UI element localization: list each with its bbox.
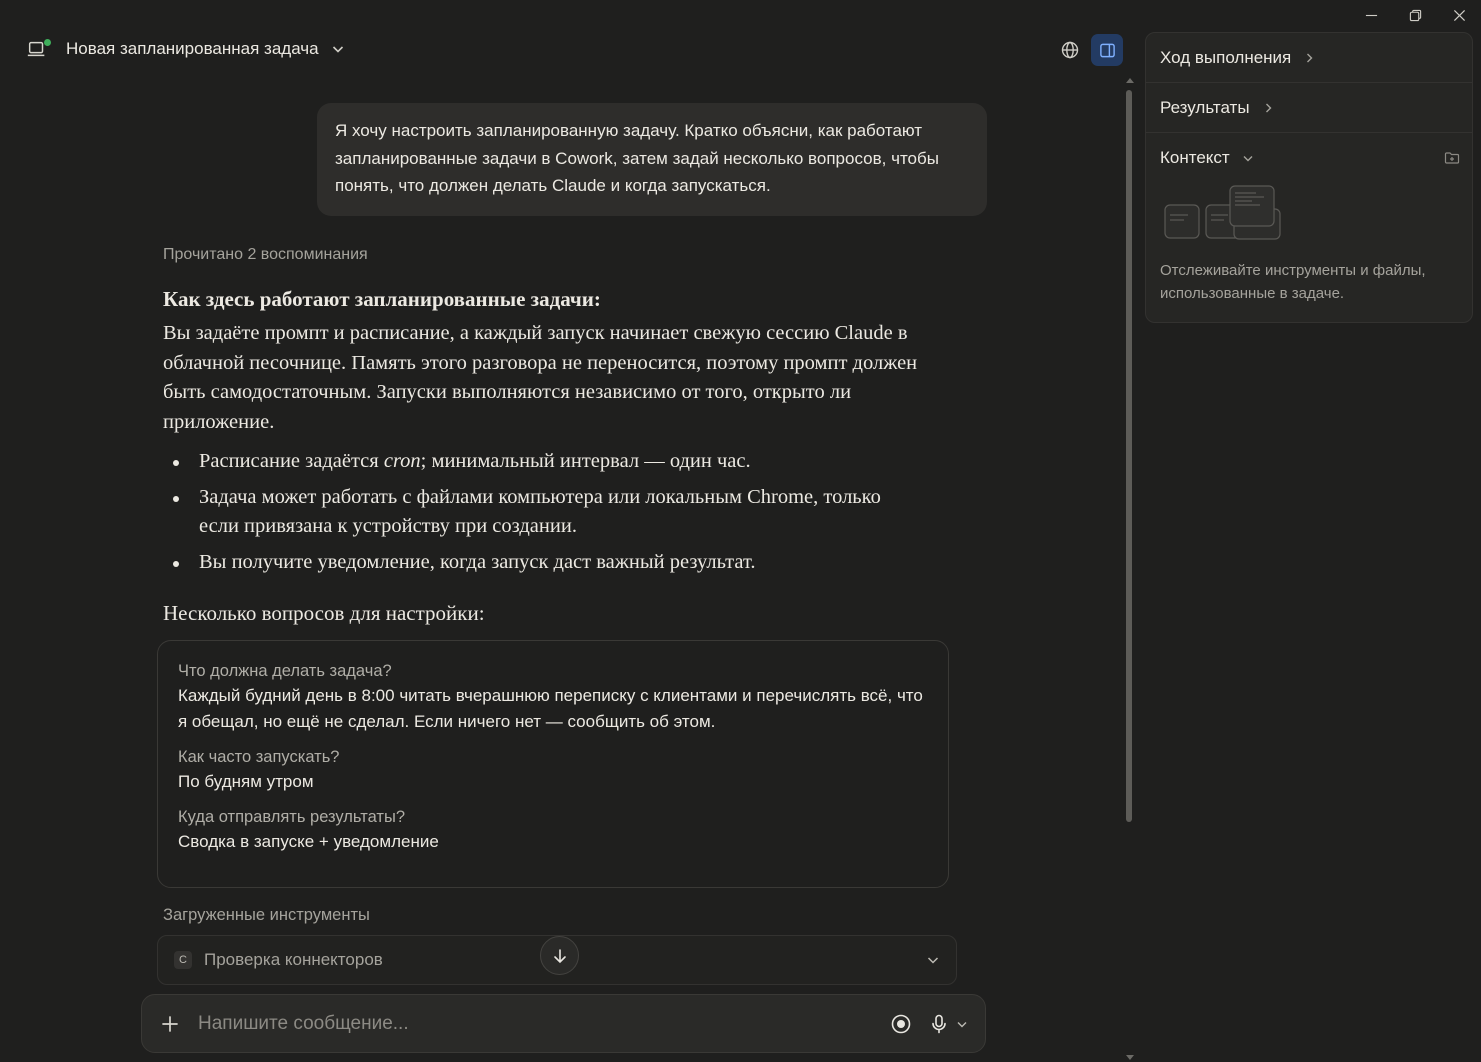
chat-header: Новая запланированная задача xyxy=(0,30,1140,72)
online-status-dot xyxy=(44,39,51,46)
folder-plus-icon[interactable] xyxy=(1444,150,1460,166)
bullet-item: Расписание задаётся cron; минимальный ин… xyxy=(163,447,923,477)
chevron-down-icon[interactable] xyxy=(956,1018,968,1030)
results-label: Результаты xyxy=(1160,97,1250,117)
qa-question: Как часто запускать? xyxy=(178,748,340,766)
chat-scrollbar[interactable] xyxy=(1124,78,1134,1062)
microphone-icon[interactable] xyxy=(928,1013,950,1035)
context-illustration-icon xyxy=(1164,185,1281,240)
restore-button[interactable] xyxy=(1393,0,1437,30)
scroll-up-arrow[interactable] xyxy=(1126,78,1134,83)
progress-section-header[interactable]: Ход выполнения xyxy=(1146,33,1472,83)
chevron-right-icon xyxy=(1307,53,1313,62)
bullet-text: ; минимальный интервал — один час. xyxy=(420,450,751,472)
qa-question: Что должна делать задача? xyxy=(178,662,392,680)
setup-answers-card: Что должна делать задача? Каждый будний … xyxy=(157,640,949,888)
answer-paragraph: Вы задаёте промпт и расписание, а каждый… xyxy=(163,322,918,433)
context-description: Отслеживайте инструменты и файлы, исполь… xyxy=(1160,262,1426,302)
side-panel-icon xyxy=(1099,43,1115,57)
minimize-icon xyxy=(1365,14,1377,16)
results-section-header[interactable]: Результаты xyxy=(1146,83,1472,133)
progress-label: Ход выполнения xyxy=(1160,47,1292,67)
arrow-down-icon xyxy=(553,948,566,963)
device-status xyxy=(26,38,51,60)
bullet-emphasis: cron xyxy=(383,450,421,472)
attach-button[interactable] xyxy=(158,1012,182,1036)
memory-read-note[interactable]: Прочитано 2 воспоминания xyxy=(163,246,368,264)
chevron-down-icon xyxy=(1243,156,1253,162)
app-window: Новая запланированная задача Я хочу наст… xyxy=(0,0,1481,1062)
close-window-button[interactable] xyxy=(1437,0,1481,30)
task-title-dropdown[interactable]: Новая запланированная задача xyxy=(26,38,345,60)
connector-badge: C xyxy=(174,951,192,969)
context-section-header[interactable]: Контекст xyxy=(1146,133,1472,183)
message-input[interactable] xyxy=(198,1012,858,1035)
answer-bullet-list: Расписание задаётся cron; минимальный ин… xyxy=(163,447,923,577)
qa-answer: По будням утром xyxy=(178,772,314,791)
restore-icon xyxy=(1409,9,1421,21)
minimize-button[interactable] xyxy=(1349,0,1393,30)
bullet-text: Расписание задаётся xyxy=(199,450,384,472)
qa-answer: Сводка в запуске + уведомление xyxy=(178,832,439,851)
task-title: Новая запланированная задача xyxy=(66,39,319,58)
toggle-side-panel-button[interactable] xyxy=(1091,34,1123,66)
questions-heading: Несколько вопросов для настройки: xyxy=(163,601,485,625)
chevron-down-icon xyxy=(332,46,343,53)
scroll-thumb[interactable] xyxy=(1126,90,1132,822)
chevron-down-icon xyxy=(927,957,939,964)
qa-question: Куда отправлять результаты? xyxy=(178,808,406,826)
scroll-down-arrow[interactable] xyxy=(1126,1055,1134,1060)
bullet-item: Задача может работать с файлами компьюте… xyxy=(163,483,923,542)
bullet-item: Вы получите уведомление, когда запуск да… xyxy=(163,548,923,578)
answer-heading: Как здесь работают запланированные задач… xyxy=(163,287,601,311)
context-label: Контекст xyxy=(1160,148,1230,167)
task-side-panel: Ход выполнения Результаты Контекст Отсле… xyxy=(1145,32,1473,323)
window-controls xyxy=(1349,0,1481,30)
message-composer xyxy=(141,994,986,1053)
assistant-answer: Как здесь работают запланированные задач… xyxy=(163,285,923,627)
qa-answer: Каждый будний день в 8:00 читать вчерашн… xyxy=(178,686,923,731)
plus-icon xyxy=(162,1015,178,1032)
close-icon xyxy=(1453,9,1465,21)
loaded-tools-label: Загруженные инструменты xyxy=(163,906,370,924)
record-icon[interactable] xyxy=(890,1013,912,1035)
scroll-to-bottom-button[interactable] xyxy=(540,936,579,975)
chevron-right-icon xyxy=(1265,103,1272,112)
tool-name: Проверка коннекторов xyxy=(204,950,383,969)
user-message-bubble: Я хочу настроить запланированную задачу.… xyxy=(317,103,987,216)
globe-icon[interactable] xyxy=(1060,40,1080,60)
